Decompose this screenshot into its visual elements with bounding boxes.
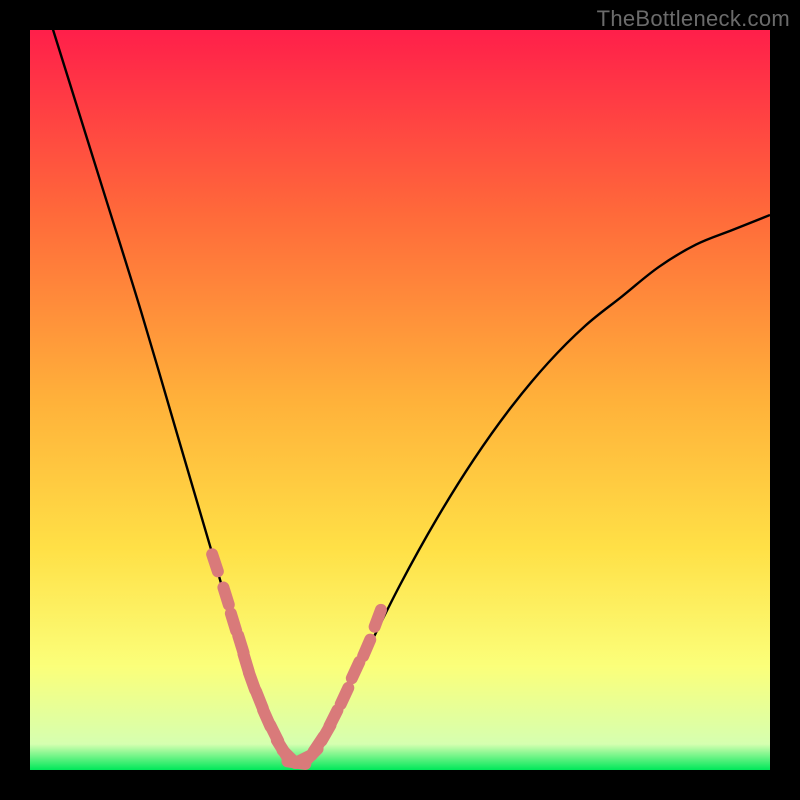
marker [341,688,349,704]
marker [352,662,360,678]
marker [223,588,228,605]
chart-frame: TheBottleneck.com [0,0,800,800]
marker [363,640,370,657]
marker [375,610,381,627]
watermark-text: TheBottleneck.com [597,6,790,32]
marker [329,710,337,726]
bottleneck-chart [30,30,770,770]
gradient-background [30,30,770,770]
plot-area [30,30,770,770]
marker [231,613,236,630]
marker [212,554,218,571]
